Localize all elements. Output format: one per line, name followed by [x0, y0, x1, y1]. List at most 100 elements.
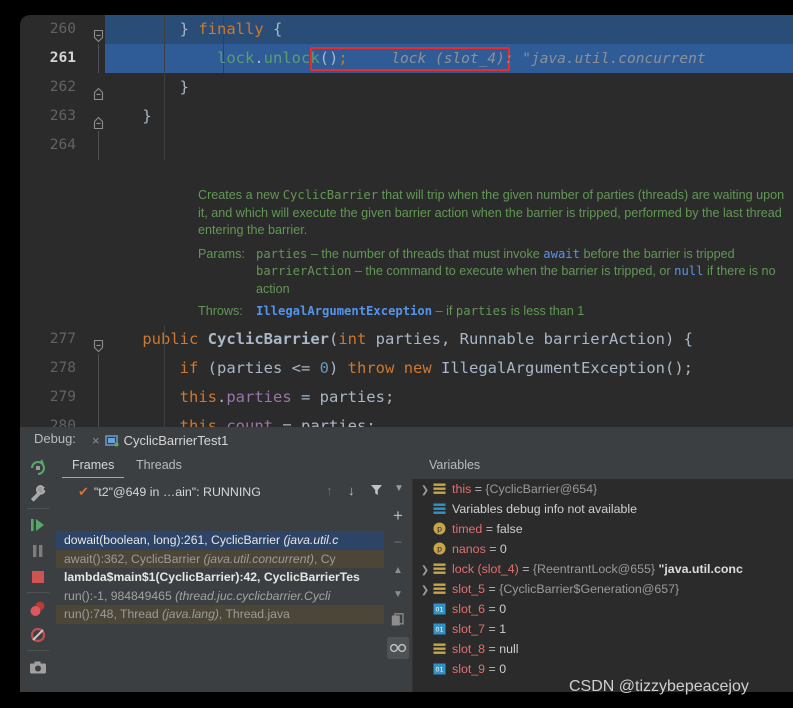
dropdown-icon[interactable]: ▼: [394, 483, 404, 494]
variable-name: timed: [452, 522, 483, 536]
javadoc-throws-label: Throws:: [198, 303, 243, 318]
variable-row[interactable]: ❯ this = {CyclicBarrier@654}: [413, 479, 793, 499]
code-text[interactable]: } finally {: [105, 15, 793, 44]
code-text[interactable]: lock.unlock(); lock (slot_4): "java.util…: [105, 44, 793, 73]
expand-arrow-icon[interactable]: ❯: [417, 581, 433, 599]
move-down-icon[interactable]: ↓: [348, 483, 355, 498]
svg-text:01: 01: [435, 665, 443, 673]
frames-panel[interactable]: ✔ "t2"@649 in …ain": RUNNING ↑ ↓ ▼ dowai…: [56, 479, 413, 692]
code-line[interactable]: 280 this.count = parties;: [20, 412, 793, 427]
stop-icon[interactable]: [28, 567, 48, 587]
tab-threads[interactable]: Threads: [126, 453, 192, 477]
code-line[interactable]: 263 }: [20, 102, 793, 131]
stack-frame-row[interactable]: dowait(boolean, long):261, CyclicBarrier…: [56, 531, 396, 550]
stack-frames-list[interactable]: dowait(boolean, long):261, CyclicBarrier…: [56, 531, 396, 624]
code-text[interactable]: public CyclicBarrier(int parties, Runnab…: [105, 325, 793, 354]
code-line[interactable]: 264: [20, 131, 793, 160]
code-text[interactable]: [105, 131, 793, 160]
code-line[interactable]: 278 if (parties <= 0) throw new IllegalA…: [20, 354, 793, 383]
code-line[interactable]: 260 } finally {: [20, 15, 793, 44]
copy-stack-button[interactable]: [387, 609, 409, 631]
filter-icon[interactable]: [370, 484, 383, 502]
run-config-icon: [104, 434, 119, 447]
variable-value: 0: [499, 662, 507, 676]
fold-guide: [98, 412, 99, 427]
code-text[interactable]: }: [105, 73, 793, 102]
code-text[interactable]: if (parties <= 0) throw new IllegalArgum…: [105, 354, 793, 383]
camera-icon[interactable]: [28, 658, 48, 678]
scroll-up-button[interactable]: ▲: [387, 559, 409, 581]
variables-panel[interactable]: ❯ this = {CyclicBarrier@654} Variables deb…: [413, 479, 793, 692]
stack-frame-row[interactable]: run():748, Thread (java.lang), Thread.ja…: [56, 605, 396, 624]
line-gutter[interactable]: 263: [20, 102, 105, 131]
thread-selector[interactable]: ✔ "t2"@649 in …ain": RUNNING: [78, 479, 261, 505]
line-gutter[interactable]: 262: [20, 73, 105, 102]
line-gutter[interactable]: 260: [20, 15, 105, 44]
line-gutter[interactable]: 261: [20, 44, 105, 73]
expand-arrow-icon[interactable]: ❯: [417, 481, 433, 499]
fold-collapse-icon[interactable]: [92, 333, 105, 352]
frames-panel-header[interactable]: Frames Threads: [56, 453, 412, 478]
variable-row[interactable]: p nanos = 0: [413, 539, 793, 559]
tab-frames[interactable]: Frames: [62, 453, 125, 478]
line-number: 261: [49, 50, 76, 66]
pause-program-icon[interactable]: [28, 541, 48, 561]
code-line[interactable]: 277 public CyclicBarrier(int parties, Ru…: [20, 325, 793, 354]
debug-action-rail[interactable]: [20, 453, 57, 692]
remove-watch-button[interactable]: −: [387, 531, 409, 553]
editor-lines-bottom[interactable]: 277 public CyclicBarrier(int parties, Ru…: [20, 325, 793, 427]
stack-frame-row[interactable]: lambda$main$1(CyclicBarrier):42, CyclicB…: [56, 568, 396, 587]
editor-lines-top[interactable]: 260 } finally {261 lock.unlock(); lock (…: [20, 15, 793, 160]
line-gutter[interactable]: 277: [20, 325, 105, 354]
frames-side-buttons[interactable]: + − ▲ ▼: [384, 505, 412, 692]
settings-wrench-icon[interactable]: [28, 483, 48, 503]
line-gutter[interactable]: 264: [20, 131, 105, 160]
fold-collapse-icon[interactable]: [92, 23, 105, 42]
line-gutter[interactable]: 279: [20, 383, 105, 412]
stack-frame-row[interactable]: run():-1, 984849465 (thread.juc.cyclicba…: [56, 587, 396, 606]
resume-program-icon[interactable]: [28, 515, 48, 535]
tab-threads-label: Threads: [136, 458, 182, 472]
add-watch-button[interactable]: +: [387, 505, 409, 527]
variable-row[interactable]: ❯ slot_5 = {CyclicBarrier$Generation@657}: [413, 579, 793, 599]
primitive-icon: 01: [433, 601, 448, 615]
variable-row[interactable]: Variables debug info not available: [413, 499, 793, 519]
fold-end-icon[interactable]: [92, 110, 105, 129]
scroll-down-button[interactable]: ▼: [387, 583, 409, 605]
variable-row[interactable]: slot_8 = null: [413, 639, 793, 659]
move-up-icon[interactable]: ↑: [326, 483, 333, 498]
close-icon[interactable]: ×: [92, 433, 100, 448]
info-icon: [433, 501, 448, 514]
view-breakpoints-icon[interactable]: [28, 599, 48, 619]
variable-row[interactable]: 01 slot_9 = 0: [413, 659, 793, 679]
code-editor[interactable]: 260 } finally {261 lock.unlock(); lock (…: [20, 15, 793, 427]
debug-session-tab[interactable]: × CyclicBarrierTest1: [88, 427, 237, 455]
variable-row[interactable]: p timed = false: [413, 519, 793, 539]
line-gutter[interactable]: 280: [20, 412, 105, 427]
variable-row[interactable]: 01 slot_6 = 0: [413, 599, 793, 619]
code-text[interactable]: this.count = parties;: [105, 412, 793, 427]
line-number: 280: [49, 418, 76, 427]
code-line[interactable]: 262 }: [20, 73, 793, 102]
frame-text: dowait(boolean, long):261, CyclicBarrier: [64, 533, 284, 547]
code-line[interactable]: 279 this.parties = parties;: [20, 383, 793, 412]
fold-end-icon[interactable]: [92, 81, 105, 100]
line-gutter[interactable]: 278: [20, 354, 105, 383]
debug-tab-label: CyclicBarrierTest1: [123, 432, 229, 448]
code-line[interactable]: 261 lock.unlock(); lock (slot_4): "java.…: [20, 44, 793, 73]
variable-value: 0: [499, 542, 507, 556]
variable-row[interactable]: 01 slot_7 = 1: [413, 619, 793, 639]
variable-row[interactable]: ❯ lock (slot_4) = {ReentrantLock@655} "ja…: [413, 559, 793, 579]
rerun-icon[interactable]: [28, 457, 48, 477]
frames-toolbar[interactable]: ✔ "t2"@649 in …ain": RUNNING ↑ ↓ ▼: [56, 479, 412, 505]
javadoc-params-label: Params:: [198, 246, 245, 261]
tab-frames-label: Frames: [72, 458, 115, 472]
frame-package: (java.lang): [162, 607, 219, 621]
stack-frame-row[interactable]: await():362, CyclicBarrier (java.util.co…: [56, 549, 396, 568]
code-text[interactable]: }: [105, 102, 793, 131]
mute-breakpoints-icon[interactable]: [28, 625, 48, 645]
watches-button[interactable]: [387, 637, 409, 659]
debug-tool-window[interactable]: Debug: × CyclicBarrierTest1 Debugger Con…: [20, 427, 793, 692]
expand-arrow-icon[interactable]: ❯: [417, 561, 433, 579]
code-text[interactable]: this.parties = parties;: [105, 383, 793, 412]
